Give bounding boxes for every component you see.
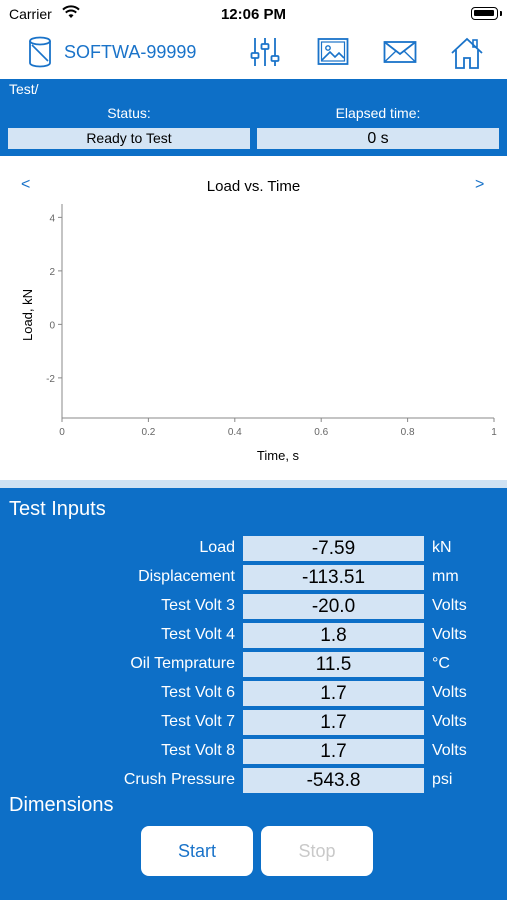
input-unit: Volts — [432, 626, 467, 643]
x-tick-label: 0.2 — [141, 427, 155, 438]
input-row: Test Volt 7 1.7 Volts — [0, 710, 507, 736]
input-value: 1.7 — [243, 681, 424, 706]
x-axis-label: Time, s — [257, 448, 300, 463]
sliders-icon[interactable] — [249, 36, 281, 73]
input-row: Test Volt 6 1.7 Volts — [0, 681, 507, 707]
test-inputs-panel: Test Inputs Load -7.59 kN Displacement -113.… — [0, 488, 507, 900]
input-value: 11.5 — [243, 652, 424, 677]
input-row: Test Volt 4 1.8 Volts — [0, 623, 507, 649]
test-inputs-title: Test Inputs — [9, 498, 106, 520]
input-value: 1.7 — [243, 710, 424, 735]
input-label: Load — [199, 539, 235, 556]
input-label: Oil Temprature — [130, 655, 235, 672]
input-label: Crush Pressure — [123, 771, 235, 788]
stop-button[interactable]: Stop — [261, 826, 373, 876]
input-value: 1.7 — [243, 739, 424, 764]
input-unit: °C — [432, 655, 450, 672]
y-axis-label: Load, kN — [20, 289, 35, 341]
input-value: -20.0 — [243, 594, 424, 619]
input-label: Test Volt 8 — [161, 742, 235, 759]
input-unit: Volts — [432, 742, 467, 759]
toolbar: SOFTWA-99999 — [0, 28, 507, 78]
clock: 12:06 PM — [220, 6, 287, 23]
input-label: Test Volt 4 — [161, 626, 235, 643]
x-tick-label: 0 — [59, 427, 65, 438]
input-unit: Volts — [432, 597, 467, 614]
status-label: Status: — [107, 105, 151, 121]
input-row: Load -7.59 kN — [0, 536, 507, 562]
input-row: Test Volt 3 -20.0 Volts — [0, 594, 507, 620]
x-tick-label: 0.8 — [401, 427, 415, 438]
device-name[interactable]: SOFTWA-99999 — [64, 42, 200, 63]
input-unit: Volts — [432, 713, 467, 730]
input-unit: kN — [432, 539, 452, 556]
y-tick-label: 2 — [49, 267, 55, 278]
y-tick-label: 4 — [49, 213, 55, 224]
input-unit: mm — [432, 568, 459, 585]
status-bar: Carrier 12:06 PM — [0, 0, 507, 28]
chart-canvas: 0 0.2 0.4 0.6 0.8 1 -2 0 2 4 Time, s Load, kN — [20, 204, 497, 463]
test-status-header: Test/ Status: Elapsed time: Ready to Tes… — [0, 79, 507, 156]
input-row: Displacement -113.51 mm — [0, 565, 507, 591]
x-tick-label: 0.6 — [314, 427, 328, 438]
x-tick-label: 0.4 — [228, 427, 242, 438]
elapsed-time-value: 0 s — [257, 128, 499, 149]
battery-icon — [471, 7, 502, 20]
mail-icon[interactable] — [383, 36, 417, 73]
elapsed-time-label: Elapsed time: — [335, 105, 421, 121]
input-row: Test Volt 8 1.7 Volts — [0, 739, 507, 765]
input-label: Test Volt 6 — [161, 684, 235, 701]
input-label: Displacement — [138, 568, 235, 585]
dimensions-title[interactable]: Dimensions — [9, 794, 113, 817]
device-icon[interactable] — [27, 36, 53, 73]
input-unit: psi — [432, 771, 453, 788]
input-unit: Volts — [432, 684, 467, 701]
image-icon[interactable] — [317, 36, 349, 73]
input-value: -7.59 — [243, 536, 424, 561]
load-time-chart: 0 0.2 0.4 0.6 0.8 1 -2 0 2 4 Time, s Load, kN < Loa… — [0, 156, 507, 480]
input-label: Test Volt 3 — [161, 597, 235, 614]
input-value: -113.51 — [243, 565, 424, 590]
test-path: Test/ — [9, 81, 39, 97]
input-label: Test Volt 7 — [161, 713, 235, 730]
section-divider — [0, 480, 507, 488]
start-button[interactable]: Start — [141, 826, 253, 876]
y-tick-label: 0 — [49, 320, 55, 331]
input-value: -543.8 — [243, 768, 424, 793]
input-row: Oil Temprature 11.5 °C — [0, 652, 507, 678]
input-value: 1.8 — [243, 623, 424, 648]
home-icon[interactable] — [450, 36, 484, 75]
next-chart-button[interactable]: > — [475, 176, 484, 194]
x-tick-label: 1 — [491, 427, 497, 438]
y-tick-label: -2 — [46, 374, 55, 385]
chart-title: Load vs. Time — [206, 178, 301, 195]
input-row: Crush Pressure -543.8 psi — [0, 768, 507, 794]
status-value: Ready to Test — [8, 128, 250, 149]
